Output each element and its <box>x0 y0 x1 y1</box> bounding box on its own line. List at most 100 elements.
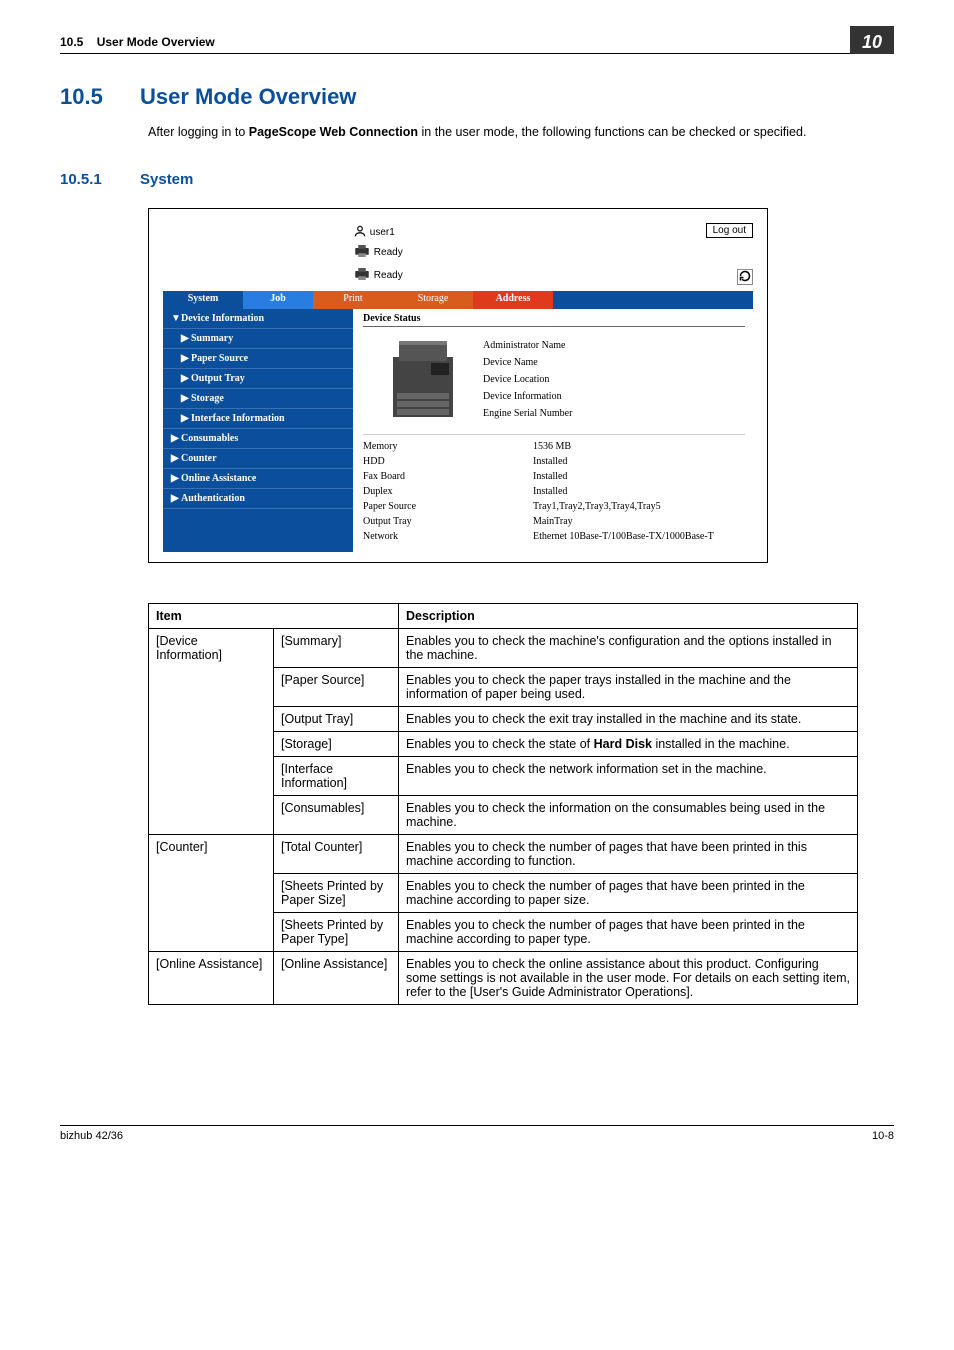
footer-left: bizhub 42/36 <box>60 1130 123 1142</box>
cell-desc: Enables you to check the machine's confi… <box>399 628 858 667</box>
user-icon <box>353 224 367 238</box>
kv-value: Ethernet 10Base-T/100Base-TX/1000Base-T <box>533 531 745 542</box>
sidebar-item-storage[interactable]: ▶Storage <box>163 389 353 409</box>
device-rows: Memory1536 MBHDDInstalledFax BoardInstal… <box>363 434 745 544</box>
page-footer: bizhub 42/36 10-8 <box>60 1125 894 1142</box>
caret-right-icon: ▶ <box>181 393 191 404</box>
tab-bar: System Job Print Storage Address <box>163 291 753 309</box>
sidebar-item-summary[interactable]: ▶Summary <box>163 329 353 349</box>
ready-label-1: Ready <box>374 247 403 258</box>
kv-row: Paper SourceTray1,Tray2,Tray3,Tray4,Tray… <box>363 499 745 514</box>
caret-right-icon: ▶ <box>171 453 181 464</box>
runhead-title: User Mode Overview <box>97 35 215 49</box>
printer-icon <box>353 244 371 261</box>
cell-category: [Device Information] <box>149 628 274 834</box>
sidebar-item-paper-source[interactable]: ▶Paper Source <box>163 349 353 369</box>
cell-sub: [Sheets Printed by Paper Type] <box>274 912 399 951</box>
sidebar-item-consumables[interactable]: ▶Consumables <box>163 429 353 449</box>
cell-desc: Enables you to check the number of pages… <box>399 834 858 873</box>
kv-key: HDD <box>363 456 533 467</box>
ready-label-2: Ready <box>374 270 403 281</box>
table-row: [Device Information] [Summary] Enables y… <box>149 628 858 667</box>
content-pane: Device Status A <box>353 309 753 552</box>
kv-key: Duplex <box>363 486 533 497</box>
chapter-chip: 10 <box>850 26 894 54</box>
kv-value: Installed <box>533 456 745 467</box>
cell-sub: [Storage] <box>274 731 399 756</box>
content-title: Device Status <box>363 313 745 327</box>
cell-sub: [Online Assistance] <box>274 951 399 1004</box>
logout-button[interactable]: Log out <box>706 223 753 238</box>
cell-sub: [Output Tray] <box>274 706 399 731</box>
kv-row: DuplexInstalled <box>363 484 745 499</box>
label-device-name: Device Name <box>483 354 745 371</box>
tab-address[interactable]: Address <box>473 291 553 309</box>
kv-value: Installed <box>533 486 745 497</box>
cell-desc: Enables you to check the paper trays ins… <box>399 667 858 706</box>
cell-sub: [Sheets Printed by Paper Size] <box>274 873 399 912</box>
sidebar-item-auth[interactable]: ▶Authentication <box>163 489 353 509</box>
table-row: [Counter] [Total Counter] Enables you to… <box>149 834 858 873</box>
kv-key: Fax Board <box>363 471 533 482</box>
subsection-num: 10.5.1 <box>60 171 140 188</box>
kv-row: Fax BoardInstalled <box>363 469 745 484</box>
kv-value: 1536 MB <box>533 441 745 452</box>
tab-storage[interactable]: Storage <box>393 291 473 309</box>
tab-job[interactable]: Job <box>243 291 313 309</box>
cell-desc: Enables you to check the online assistan… <box>399 951 858 1004</box>
cell-sub: [Total Counter] <box>274 834 399 873</box>
table-row: [Online Assistance] [Online Assistance] … <box>149 951 858 1004</box>
runhead-secno: 10.5 <box>60 35 83 49</box>
cell-desc: Enables you to check the number of pages… <box>399 873 858 912</box>
kv-value: Installed <box>533 471 745 482</box>
cell-sub: [Consumables] <box>274 795 399 834</box>
caret-down-icon: ▼ <box>171 313 181 324</box>
kv-key: Paper Source <box>363 501 533 512</box>
label-serial: Engine Serial Number <box>483 405 745 422</box>
tab-print[interactable]: Print <box>313 291 393 309</box>
user-label: user1 <box>353 227 395 238</box>
sidebar-item-interface[interactable]: ▶Interface Information <box>163 409 353 429</box>
cell-desc: Enables you to check the number of pages… <box>399 912 858 951</box>
kv-row: Memory1536 MB <box>363 439 745 454</box>
cell-category: [Online Assistance] <box>149 951 274 1004</box>
cell-desc: Enables you to check the information on … <box>399 795 858 834</box>
printer-icon <box>353 267 371 284</box>
kv-row: Output TrayMainTray <box>363 514 745 529</box>
tab-filler <box>553 291 753 309</box>
subsection-title: System <box>140 171 193 188</box>
kv-key: Network <box>363 531 533 542</box>
caret-right-icon: ▶ <box>171 433 181 444</box>
caret-right-icon: ▶ <box>181 333 191 344</box>
sidebar-item-online[interactable]: ▶Online Assistance <box>163 469 353 489</box>
kv-value: Tray1,Tray2,Tray3,Tray4,Tray5 <box>533 501 745 512</box>
tab-system[interactable]: System <box>163 291 243 309</box>
description-table: Item Description [Device Information] [S… <box>148 603 858 1005</box>
caret-right-icon: ▶ <box>181 373 191 384</box>
running-head: 10.5 User Mode Overview 10 <box>60 34 894 54</box>
device-labels: Administrator Name Device Name Device Lo… <box>483 333 745 428</box>
screenshot: user1 Log out Ready Ready System Job <box>148 208 768 563</box>
footer-right: 10-8 <box>872 1130 894 1142</box>
sidebar-item-device-info[interactable]: ▼Device Information <box>163 309 353 329</box>
sidebar-item-counter[interactable]: ▶Counter <box>163 449 353 469</box>
kv-value: MainTray <box>533 516 745 527</box>
section-heading: 10.5User Mode Overview <box>60 84 894 110</box>
caret-right-icon: ▶ <box>171 473 181 484</box>
label-admin-name: Administrator Name <box>483 337 745 354</box>
device-image <box>363 333 483 428</box>
cell-desc: Enables you to check the state of Hard D… <box>399 731 858 756</box>
refresh-icon[interactable] <box>737 269 753 285</box>
subsection-heading: 10.5.1System <box>60 171 894 188</box>
cell-category: [Counter] <box>149 834 274 951</box>
caret-right-icon: ▶ <box>181 413 191 424</box>
section-title: User Mode Overview <box>140 84 356 109</box>
sidebar: ▼Device Information ▶Summary ▶Paper Sour… <box>163 309 353 552</box>
sidebar-item-output-tray[interactable]: ▶Output Tray <box>163 369 353 389</box>
label-device-info: Device Information <box>483 388 745 405</box>
kv-key: Memory <box>363 441 533 452</box>
cell-sub: [Summary] <box>274 628 399 667</box>
caret-right-icon: ▶ <box>171 493 181 504</box>
intro-paragraph: After logging in to PageScope Web Connec… <box>148 124 894 141</box>
th-desc: Description <box>399 603 858 628</box>
